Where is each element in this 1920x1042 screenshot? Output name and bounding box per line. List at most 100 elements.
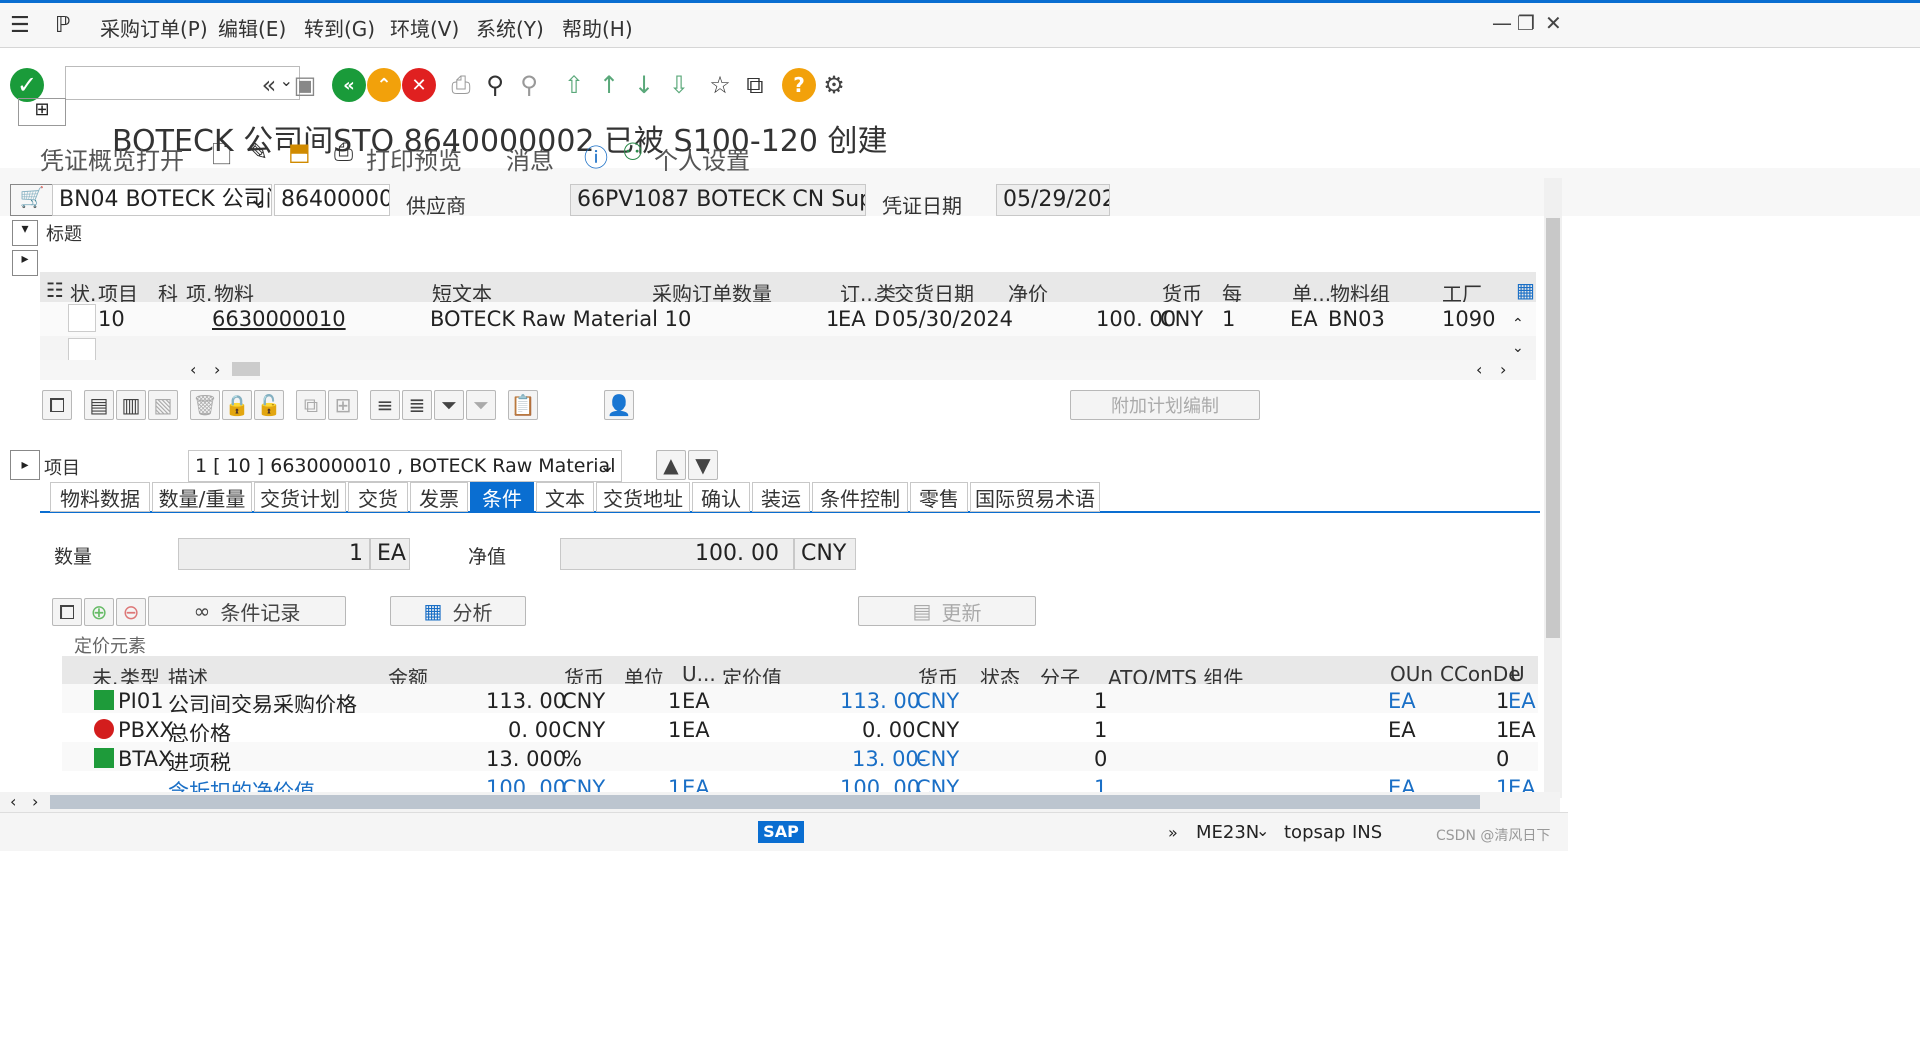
unlock-icon[interactable]: 🔓: [254, 390, 284, 420]
tab-material-data[interactable]: 物料数据: [50, 482, 150, 512]
sort-descending-icon[interactable]: ≣: [402, 390, 432, 420]
cell-uom[interactable]: EA: [682, 718, 710, 742]
main-vscroll[interactable]: [1544, 178, 1562, 798]
next-item-icon[interactable]: ▼: [688, 450, 718, 480]
tab-incoterms[interactable]: 国际贸易术语: [970, 482, 1100, 512]
shortcut-icon[interactable]: ⧉: [738, 68, 772, 102]
scroll-thumb[interactable]: [232, 362, 260, 376]
quantity-field[interactable]: 1: [178, 538, 370, 570]
lock-icon[interactable]: 🔒: [222, 390, 252, 420]
clipboard-icon[interactable]: 📋: [508, 390, 538, 420]
collapse-items-icon[interactable]: ▸: [12, 250, 38, 276]
cell-material[interactable]: 6630000010: [212, 307, 346, 331]
scroll-right-icon[interactable]: ›: [1500, 360, 1506, 379]
scroll-right-icon[interactable]: ›: [214, 360, 220, 379]
table-row[interactable]: 10 6630000010 BOTECK Raw Material 10 1 E…: [40, 302, 1536, 337]
scroll-left-icon[interactable]: ‹: [10, 792, 16, 811]
main-hscroll[interactable]: ‹ ›: [0, 792, 1560, 812]
app-menu-icon[interactable]: ☰: [10, 13, 30, 38]
tab-texts[interactable]: 文本: [536, 482, 594, 512]
col-oun[interactable]: OUn: [1390, 662, 1433, 686]
net-currency-field[interactable]: CNY: [794, 538, 856, 570]
enter-check-icon[interactable]: ✓: [10, 68, 44, 102]
personal-settings-button[interactable]: 个人设置: [654, 141, 750, 176]
cell-crcy[interactable]: %: [562, 747, 582, 771]
cell-crcy[interactable]: CNY: [562, 718, 605, 742]
clear-filter-icon[interactable]: ⏷: [466, 390, 496, 420]
last-page-icon[interactable]: ⇩: [662, 68, 696, 102]
messages-button[interactable]: 消息: [506, 141, 554, 176]
tab-invoice[interactable]: 发票: [410, 482, 468, 512]
print-preview-button[interactable]: 打印预览: [366, 141, 462, 176]
col-u[interactable]: U: [1510, 662, 1525, 686]
tab-shipping[interactable]: 装运: [752, 482, 810, 512]
cell-per[interactable]: 1: [668, 689, 681, 713]
other-po-icon[interactable]: ⬒: [288, 138, 311, 166]
select-all-icon[interactable]: ▤: [84, 390, 114, 420]
expand-header-icon[interactable]: ▾: [12, 220, 38, 246]
find-icon[interactable]: ⚲: [478, 68, 512, 102]
condition-details-icon[interactable]: ⧠: [52, 598, 82, 626]
scroll-right-icon[interactable]: ›: [32, 792, 38, 811]
collapse-detail-icon[interactable]: ▸: [10, 450, 40, 480]
document-icon[interactable]: 🗋: [212, 138, 231, 179]
chevron-down-icon[interactable]: ⌄: [1256, 821, 1269, 840]
back-icon[interactable]: «: [332, 68, 366, 102]
document-overview-button[interactable]: 凭证概览打开: [40, 141, 184, 176]
first-page-icon[interactable]: ⇧: [557, 68, 591, 102]
cell-per[interactable]: 1: [668, 718, 681, 742]
close-window-icon[interactable]: ✕: [1545, 11, 1562, 35]
tab-delivery-schedule[interactable]: 交货计划: [254, 482, 346, 512]
cell-cond-type[interactable]: PBXX: [118, 718, 174, 742]
tab-delivery-address[interactable]: 交货地址: [596, 482, 690, 512]
tab-condition-control[interactable]: 条件控制: [812, 482, 908, 512]
scroll-thumb[interactable]: [50, 795, 1480, 809]
scroll-up-icon[interactable]: ⌃: [1512, 312, 1524, 336]
cell-amount[interactable]: 0. 00: [508, 718, 561, 742]
prev-page-icon[interactable]: ↑: [592, 68, 626, 102]
col-uom[interactable]: U...: [682, 662, 716, 686]
sap-menu-icon[interactable]: ℙ: [55, 13, 70, 38]
layout-menu-icon[interactable]: ⊞: [18, 98, 66, 126]
tcode-text[interactable]: ME23N: [1196, 822, 1259, 843]
doc-number-field[interactable]: 8640000002: [274, 184, 390, 216]
doc-date-field[interactable]: 05/29/2024: [996, 184, 1110, 216]
cell-crcy[interactable]: CNY: [562, 689, 605, 713]
menu-environment[interactable]: 环境(V): [390, 13, 459, 42]
tab-qty-weight[interactable]: 数量/重量: [152, 482, 252, 512]
net-value-field[interactable]: 100. 00: [560, 538, 794, 570]
row-selector[interactable]: [68, 304, 96, 332]
new-session-icon[interactable]: ☆: [703, 68, 737, 102]
items-hscroll[interactable]: ‹ › ‹ ›: [40, 360, 1536, 380]
item-select[interactable]: 1 [ 10 ] 6630000010 , BOTECK Raw Materia…: [188, 450, 622, 482]
paste-icon[interactable]: ⊞: [328, 390, 358, 420]
cell-uom[interactable]: EA: [682, 689, 710, 713]
cancel-icon[interactable]: ✕: [402, 68, 436, 102]
doc-type-select[interactable]: BN04 BOTECK 公司间ST..⌄: [52, 184, 272, 216]
info-icon[interactable]: ⓘ: [584, 138, 608, 173]
restore-icon[interactable]: ❐: [1517, 11, 1535, 35]
display-change-icon[interactable]: ✎: [248, 138, 268, 166]
tab-confirmations[interactable]: 确认: [692, 482, 750, 512]
tab-delivery[interactable]: 交货: [348, 482, 408, 512]
menu-help[interactable]: 帮助(H): [562, 13, 633, 42]
cell-cond-type[interactable]: BTAX: [118, 747, 172, 771]
menu-goto[interactable]: 转到(G): [304, 13, 375, 42]
update-button[interactable]: ▤ 更新: [858, 596, 1036, 626]
condition-record-button[interactable]: ∞ 条件记录: [148, 596, 346, 626]
filter-icon[interactable]: ⏷: [434, 390, 464, 420]
settings-gear-icon[interactable]: ⚙: [817, 68, 851, 102]
supplement-plan-button[interactable]: 附加计划编制: [1070, 390, 1260, 420]
scroll-down-icon[interactable]: ⌄: [1512, 336, 1524, 360]
tab-conditions[interactable]: 条件: [470, 482, 534, 512]
save-icon[interactable]: ▣: [288, 68, 322, 102]
exit-icon[interactable]: ⌃: [367, 68, 401, 102]
prev-item-icon[interactable]: ▲: [656, 450, 686, 480]
copy-icon[interactable]: ⧉: [296, 390, 326, 420]
print-icon[interactable]: ⎙: [444, 68, 478, 102]
menu-edit[interactable]: 编辑(E): [218, 13, 286, 42]
scroll-left-icon[interactable]: ‹: [1476, 360, 1482, 379]
sort-ascending-icon[interactable]: ≡: [370, 390, 400, 420]
user-icon[interactable]: 👤: [604, 390, 634, 420]
scroll-left-icon[interactable]: ‹: [190, 360, 196, 379]
